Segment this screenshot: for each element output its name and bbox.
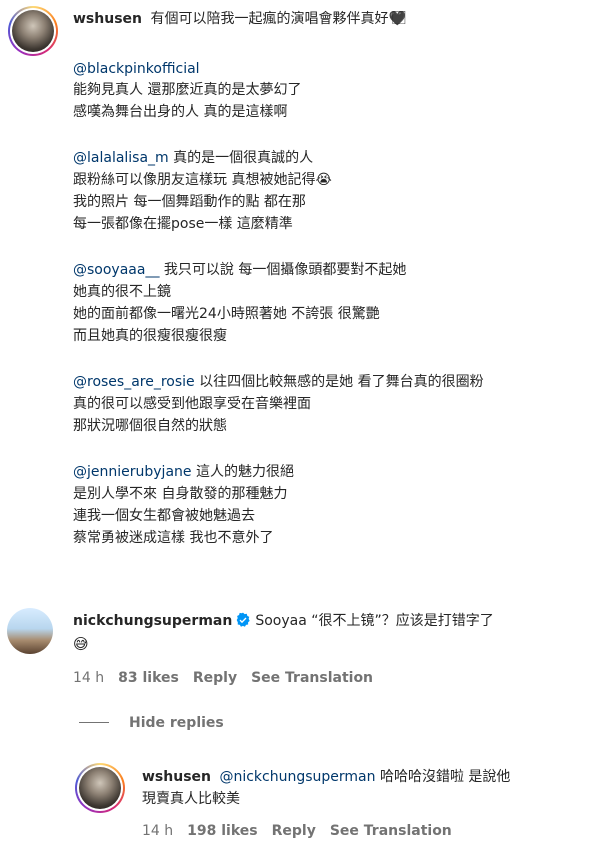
comment-line: 跟粉絲可以像朋友這樣玩 真想被她記得😭 bbox=[73, 172, 332, 188]
comment-headline: wshusen 有個可以陪我一起瘋的演唱會夥伴真好🖤⃞ bbox=[73, 9, 406, 29]
divider bbox=[79, 722, 109, 723]
emoji: 😅 bbox=[73, 635, 89, 653]
mention-link[interactable]: @roses_are_rosie bbox=[73, 374, 195, 390]
hide-replies-button[interactable]: Hide replies bbox=[79, 715, 238, 731]
see-translation-button[interactable]: See Translation bbox=[251, 670, 373, 686]
comment-text: 我只可以說 每一個攝像頭都要對不起她 bbox=[159, 262, 407, 278]
comment-text: 真的是一個很真誠的人 bbox=[168, 150, 314, 166]
likes-count[interactable]: 198 likes bbox=[187, 823, 257, 839]
comment-text: Sooyaa “很不上镜”？应该是打错字了 bbox=[255, 613, 494, 629]
verified-badge-icon bbox=[237, 612, 250, 627]
avatar[interactable] bbox=[7, 608, 53, 654]
comment-line: 我的照片 每一個舞蹈動作的點 都在那 bbox=[73, 194, 306, 210]
comment-line: 感嘆為舞台出身的人 真的是這樣啊 bbox=[73, 104, 288, 120]
comment-line: @roses_are_rosie 以往四個比較無感的是她 看了舞台真的很圈粉 bbox=[73, 372, 484, 392]
comment-text: 這人的魅力很絕 bbox=[191, 464, 294, 480]
comment-username[interactable]: wshusen bbox=[73, 11, 142, 27]
comment-username[interactable]: nickchungsuperman bbox=[73, 613, 232, 629]
comment-headline: nickchungsuperman Sooyaa “很不上镜”？应该是打错字了 bbox=[73, 611, 494, 631]
comment-line: 而且她真的很瘦很瘦很瘦 bbox=[73, 328, 227, 344]
comment-headline: wshusen @nickchungsuperman 哈哈哈沒錯啦 是說他 bbox=[142, 767, 510, 787]
avatar[interactable] bbox=[8, 6, 58, 56]
comment-line: 是別人學不來 自身散發的那種魅力 bbox=[73, 486, 288, 502]
see-translation-button[interactable]: See Translation bbox=[330, 823, 452, 839]
comment-line: 現賣真人比較美 bbox=[142, 791, 240, 807]
comment-line: 她真的很不上鏡 bbox=[73, 284, 171, 300]
comment-line: 那狀況哪個很自然的狀態 bbox=[73, 418, 227, 434]
comment-line: @sooyaaa__ 我只可以說 每一個攝像頭都要對不起她 bbox=[73, 260, 406, 280]
comment-line: @jennierubyjane 這人的魅力很絕 bbox=[73, 462, 294, 482]
timestamp: 14 h bbox=[73, 670, 105, 686]
comment-line: 每一張都像在擺pose一樣 這麼精準 bbox=[73, 216, 293, 232]
comment-line: 能夠見真人 還那麼近真的是太夢幻了 bbox=[73, 82, 302, 98]
timestamp: 14 h bbox=[142, 823, 174, 839]
comment-text: 以往四個比較無感的是她 看了舞台真的很圈粉 bbox=[194, 374, 484, 390]
mention-link[interactable]: @jennierubyjane bbox=[73, 464, 192, 480]
hide-replies-label[interactable]: Hide replies bbox=[129, 715, 224, 731]
comment-line: 蔡常勇被迷成這樣 我也不意外了 bbox=[73, 530, 274, 546]
reply-button[interactable]: Reply bbox=[193, 670, 237, 686]
comment-meta: 14 h 198 likes Reply See Translation bbox=[142, 823, 466, 839]
mention-link[interactable]: @sooyaaa__ bbox=[73, 262, 159, 278]
comment-line: @lalalalisa_m 真的是一個很真誠的人 bbox=[73, 148, 313, 168]
comment-username[interactable]: wshusen bbox=[142, 769, 211, 785]
comment-meta: 14 h 83 likes Reply See Translation bbox=[73, 670, 387, 686]
comment-line: 她的面前都像一曙光24小時照著她 不誇張 很驚艷 bbox=[73, 306, 380, 322]
mention-link[interactable]: @blackpinkofficial bbox=[73, 61, 200, 77]
avatar[interactable] bbox=[75, 763, 125, 813]
comment-text: 有個可以陪我一起瘋的演唱會夥伴真好🖤⃞ bbox=[150, 11, 406, 27]
comment-text: 哈哈哈沒錯啦 是說他 bbox=[375, 769, 511, 785]
mention-link[interactable]: @nickchungsuperman bbox=[219, 769, 375, 785]
likes-count[interactable]: 83 likes bbox=[118, 670, 179, 686]
comment-line: 連我一個女生都會被她魅過去 bbox=[73, 508, 255, 524]
reply-button[interactable]: Reply bbox=[272, 823, 316, 839]
comment-line: 真的很可以感受到他跟享受在音樂裡面 bbox=[73, 396, 311, 412]
mention-link[interactable]: @lalalalisa_m bbox=[73, 150, 169, 166]
